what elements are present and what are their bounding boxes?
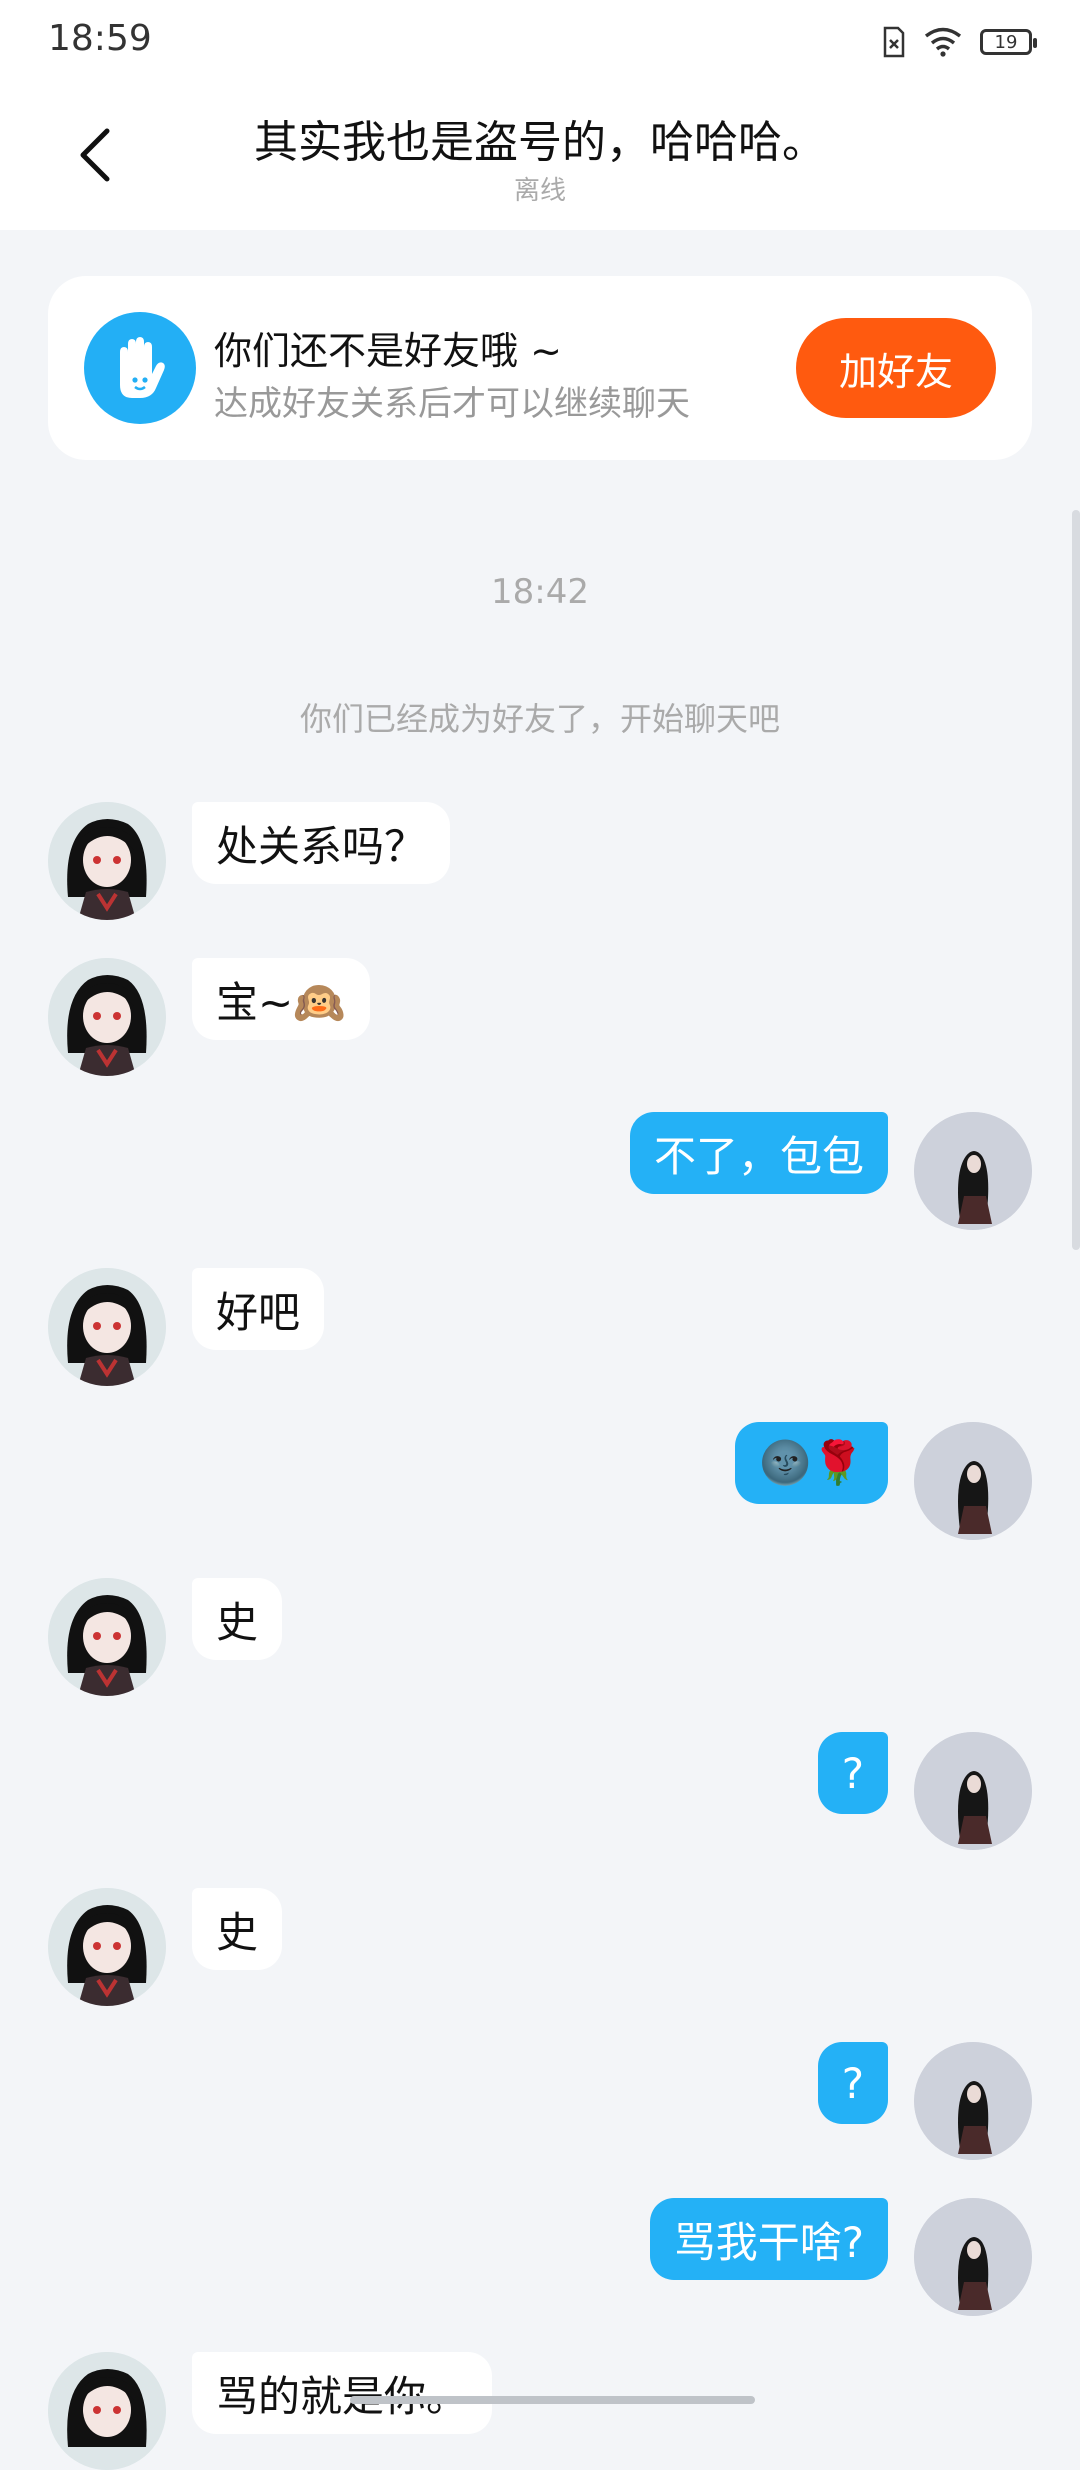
message-bubble[interactable]: ?: [817, 2042, 888, 2124]
contact-avatar[interactable]: [48, 958, 166, 1076]
message-bubble[interactable]: 宝~🙉: [192, 958, 370, 1040]
message-bubble[interactable]: 🌚🌹: [735, 1422, 888, 1504]
message-bubble[interactable]: 史: [192, 1888, 283, 1970]
scrollbar[interactable]: [1072, 510, 1080, 1250]
contact-avatar[interactable]: [48, 1888, 166, 2006]
card-subtitle: 达成好友关系后才可以继续聊天: [214, 384, 690, 424]
wifi-icon: [924, 27, 962, 57]
my-avatar[interactable]: [914, 1112, 1032, 1230]
message-bubble[interactable]: 好吧: [192, 1268, 325, 1350]
sim-card-icon: [883, 26, 905, 58]
online-status: 离线: [513, 176, 566, 206]
contact-avatar[interactable]: [48, 802, 166, 920]
message-bubble[interactable]: 处关系吗？: [192, 802, 451, 884]
wave-hand-icon: [84, 312, 196, 424]
card-title: 你们还不是好友哦 ~: [214, 329, 562, 373]
status-time: 18:59: [48, 18, 152, 59]
home-indicator[interactable]: [350, 2396, 755, 2404]
contact-avatar[interactable]: [48, 1268, 166, 1386]
chat-header: 其实我也是盗号的，哈哈哈。 离线: [0, 80, 1080, 230]
my-avatar[interactable]: [914, 1732, 1032, 1850]
my-avatar[interactable]: [914, 2042, 1032, 2160]
chat-timestamp: 18:42: [491, 572, 589, 612]
my-avatar[interactable]: [914, 2198, 1032, 2316]
battery-level: 19: [994, 31, 1018, 53]
not-friends-card: 你们还不是好友哦 ~ 达成好友关系后才可以继续聊天 加好友: [48, 276, 1032, 460]
message-bubble[interactable]: 史: [192, 1578, 283, 1660]
contact-avatar[interactable]: [48, 1578, 166, 1696]
status-bar: 18:59 19: [0, 0, 1080, 80]
message-bubble[interactable]: 骂我干啥?: [649, 2198, 888, 2280]
message-bubble[interactable]: 骂的就是你。: [192, 2352, 493, 2434]
message-bubble[interactable]: ?: [817, 1732, 888, 1814]
status-icons: 19: [882, 22, 1037, 62]
message-bubble[interactable]: 不了，包包: [629, 1112, 888, 1194]
contact-avatar[interactable]: [48, 2352, 166, 2470]
chat-title: 其实我也是盗号的，哈哈哈。: [254, 117, 826, 168]
system-message: 你们已经成为好友了，开始聊天吧: [299, 700, 780, 738]
add-friend-button[interactable]: 加好友: [796, 318, 996, 418]
my-avatar[interactable]: [914, 1422, 1032, 1540]
battery-icon: 19: [980, 29, 1037, 55]
